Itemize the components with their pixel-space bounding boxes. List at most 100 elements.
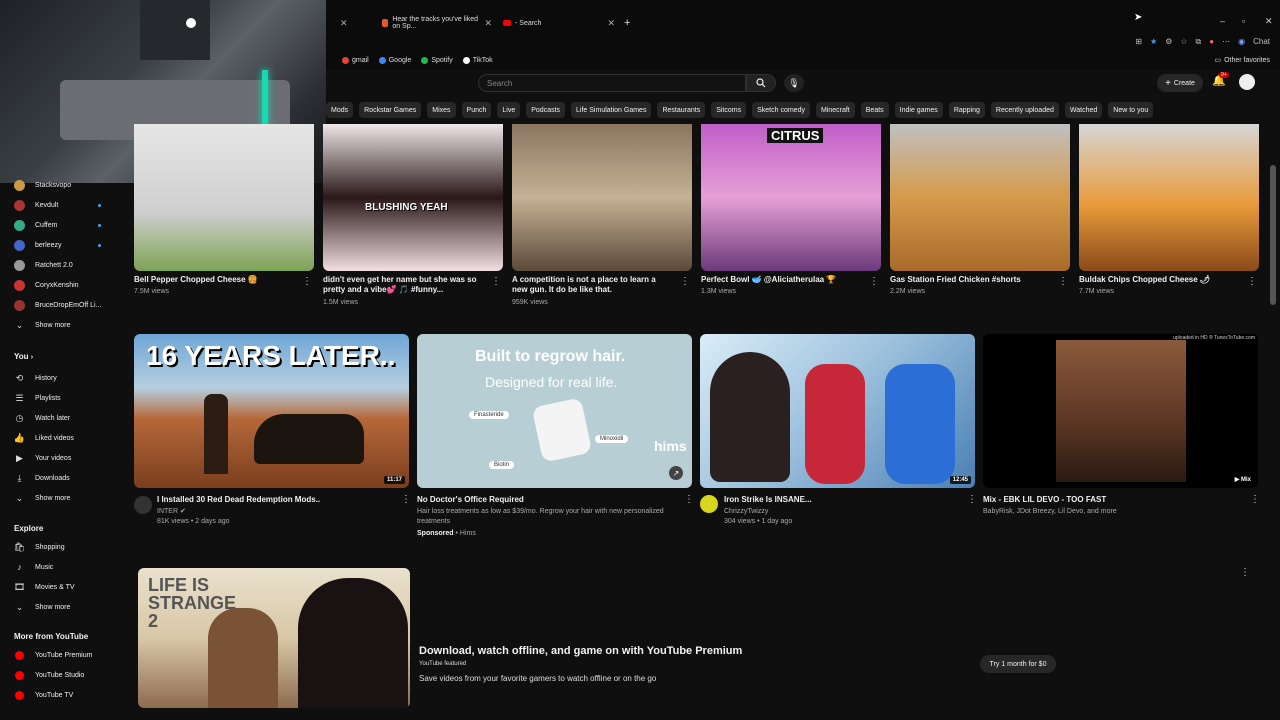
filter-chip[interactable]: Beats bbox=[860, 102, 889, 118]
sidebar-item[interactable]: ⤓ Downloads bbox=[14, 471, 70, 485]
short-thumbnail[interactable]: CITRUS bbox=[701, 124, 881, 271]
browser-tab-spotify[interactable]: Hear the tracks you've liked on Sp... ✕ bbox=[382, 14, 492, 32]
minimize-icon[interactable]: – bbox=[1220, 16, 1225, 26]
browser-tab-search[interactable]: - Search ✕ bbox=[503, 14, 615, 32]
tab-actions-icon[interactable]: ⊞ bbox=[1135, 37, 1142, 47]
sidebar-item[interactable]: 👍 Liked videos bbox=[14, 431, 74, 445]
new-tab-button[interactable]: + bbox=[624, 14, 630, 32]
short-title[interactable]: Perfect Bowl 🥣 @Aliciatherulaa 🏆 bbox=[701, 275, 861, 285]
filter-chip[interactable]: Podcasts bbox=[526, 102, 566, 118]
channel-avatar[interactable] bbox=[134, 496, 152, 514]
sidebar-item[interactable]: YouTube Studio bbox=[14, 668, 84, 682]
short-title[interactable]: A competition is not a place to learn a … bbox=[512, 275, 672, 295]
short-title[interactable]: didn't even get her name but she was so … bbox=[323, 275, 483, 295]
restore-icon[interactable]: ▫ bbox=[1242, 16, 1245, 26]
external-link-icon[interactable]: ↗ bbox=[669, 466, 683, 480]
extensions-icon[interactable]: ⚙ bbox=[1165, 37, 1172, 47]
sidebar-subscription[interactable]: berleezy bbox=[14, 238, 61, 252]
profile-icon[interactable]: ● bbox=[1209, 37, 1214, 47]
mix-title[interactable]: Mix - EBK LIL DEVO - TOO FAST bbox=[983, 495, 1106, 505]
sidebar-subscription[interactable]: Stacksvopo bbox=[14, 178, 71, 192]
sidebar-item[interactable]: ♪ Music bbox=[14, 560, 53, 574]
sidebar-item[interactable]: ☰ Playlists bbox=[14, 391, 60, 405]
sidebar-item[interactable]: ⟲ History bbox=[14, 371, 57, 385]
video-thumbnail[interactable]: 16 YEARS LATER.. 11:17 bbox=[134, 334, 409, 488]
short-thumbnail[interactable] bbox=[512, 124, 692, 271]
premium-trial-button[interactable]: Try 1 month for $0 bbox=[980, 655, 1056, 673]
filter-chip[interactable]: Live bbox=[497, 102, 521, 118]
more-options-icon[interactable]: ⋮ bbox=[401, 494, 411, 505]
sidebar-subscription[interactable]: Kevdult bbox=[14, 198, 58, 212]
sidebar-show-more[interactable]: ⌄ Show more bbox=[14, 600, 71, 614]
video-thumbnail[interactable]: 12:45 bbox=[700, 334, 975, 488]
search-input[interactable]: Search bbox=[478, 74, 746, 92]
more-options-icon[interactable]: ⋮ bbox=[302, 276, 312, 287]
bookmark-spotify[interactable]: Spotify bbox=[421, 56, 453, 64]
more-options-icon[interactable]: ⋮ bbox=[684, 494, 694, 505]
sidebar-item[interactable]: 🎞 Movies & TV bbox=[14, 580, 75, 594]
more-options-icon[interactable]: ⋮ bbox=[967, 494, 977, 505]
close-window-icon[interactable]: ✕ bbox=[1265, 16, 1273, 27]
video-title[interactable]: I Installed 30 Red Dead Redemption Mods.… bbox=[157, 495, 387, 505]
video-title[interactable]: Iron Strike Is INSANE... bbox=[724, 495, 812, 505]
other-favorites[interactable]: ▭ Other favorites bbox=[1214, 56, 1270, 65]
filter-chip[interactable]: Watched bbox=[1064, 102, 1103, 118]
channel-name[interactable]: ChrizzyTwizzy bbox=[724, 507, 768, 517]
ad-title[interactable]: No Doctor's Office Required bbox=[417, 495, 524, 505]
copilot-icon[interactable]: ◉ bbox=[1238, 37, 1245, 47]
short-title[interactable]: Buldak Chips Chopped Cheese 🌶 bbox=[1079, 275, 1239, 285]
more-options-icon[interactable]: ⋮ bbox=[1250, 494, 1260, 505]
filter-chip[interactable]: Sketch comedy bbox=[752, 102, 810, 118]
chat-button[interactable]: Chat bbox=[1253, 37, 1270, 47]
more-icon[interactable]: ⋯ bbox=[1222, 37, 1230, 47]
sponsor-name[interactable]: Hims bbox=[460, 530, 476, 537]
sidebar-item[interactable]: YouTube TV bbox=[14, 688, 73, 702]
sidebar-show-more[interactable]: ⌄ Show more bbox=[14, 318, 71, 332]
bookmark-google[interactable]: Google bbox=[378, 56, 411, 64]
filter-chip[interactable]: Rockstar Games bbox=[359, 102, 422, 118]
account-avatar[interactable] bbox=[1239, 74, 1255, 90]
filter-chip[interactable]: Sitcoms bbox=[711, 102, 747, 118]
sidebar-subscription[interactable]: Cuffem bbox=[14, 218, 57, 232]
close-icon[interactable]: ✕ bbox=[484, 18, 492, 29]
short-title[interactable]: Bell Pepper Chopped Cheese 🍔 bbox=[134, 275, 294, 285]
filter-chip[interactable]: Punch bbox=[461, 102, 492, 118]
filter-chip[interactable]: New to you bbox=[1108, 102, 1154, 118]
more-options-icon[interactable]: ⋮ bbox=[1247, 276, 1257, 287]
sidebar-item[interactable]: ◷ Watch later bbox=[14, 411, 71, 425]
filter-chip[interactable]: Restaurants bbox=[657, 102, 706, 118]
filter-chip[interactable]: Minecraft bbox=[815, 102, 855, 118]
filter-chip[interactable]: Indie games bbox=[894, 102, 943, 118]
sidebar-item[interactable]: 🛍 Shopping bbox=[14, 540, 65, 554]
channel-name[interactable]: INTER bbox=[157, 508, 178, 515]
mix-thumbnail[interactable]: uploaded in HD ® TunesToTube.com ▶ Mix bbox=[983, 334, 1258, 488]
more-options-icon[interactable]: ⋮ bbox=[869, 276, 879, 287]
sidebar-item[interactable]: ▶ Your videos bbox=[14, 451, 71, 465]
close-icon[interactable]: ✕ bbox=[607, 18, 615, 29]
search-button[interactable] bbox=[746, 74, 776, 92]
filter-chip[interactable]: Mods bbox=[326, 102, 354, 118]
filter-chip[interactable]: Life Simulation Games bbox=[571, 102, 652, 118]
browser-tab-blank[interactable]: ✕ bbox=[340, 14, 348, 32]
sidebar-you-header[interactable]: You › bbox=[14, 352, 33, 361]
bookmark-gmail[interactable]: gmail bbox=[342, 56, 369, 64]
filter-chip[interactable]: Rapping bbox=[948, 102, 985, 118]
short-thumbnail[interactable] bbox=[1079, 124, 1259, 271]
sidebar-subscription[interactable]: Ratchett 2.0 bbox=[14, 258, 73, 272]
sidebar-item[interactable]: YouTube Premium bbox=[14, 648, 92, 662]
collections-icon[interactable]: ⧉ bbox=[1196, 37, 1202, 47]
more-options-icon[interactable]: ⋮ bbox=[680, 276, 690, 287]
bookmark-tiktok[interactable]: TikTok bbox=[462, 56, 493, 64]
more-options-icon[interactable]: ⋮ bbox=[1058, 276, 1068, 287]
create-button[interactable]: + Create bbox=[1157, 74, 1203, 92]
ad-thumbnail[interactable]: Built to regrow hair. Designed for real … bbox=[417, 334, 692, 488]
close-icon[interactable]: ✕ bbox=[340, 18, 348, 29]
channel-avatar[interactable] bbox=[700, 495, 718, 513]
filter-chip[interactable]: Mixes bbox=[427, 102, 456, 118]
sidebar-subscription[interactable]: CoryxKenshin bbox=[14, 278, 79, 292]
filter-chip[interactable]: Recently uploaded bbox=[990, 102, 1059, 118]
short-title[interactable]: Gas Station Fried Chicken #shorts bbox=[890, 275, 1050, 285]
notifications-button[interactable]: 🔔 9+ bbox=[1212, 72, 1229, 87]
sidebar-subscription[interactable]: BruceDropEmOff Li... bbox=[14, 298, 101, 312]
premium-thumbnail[interactable]: LIFE IS STRANGE 2 bbox=[138, 568, 410, 708]
